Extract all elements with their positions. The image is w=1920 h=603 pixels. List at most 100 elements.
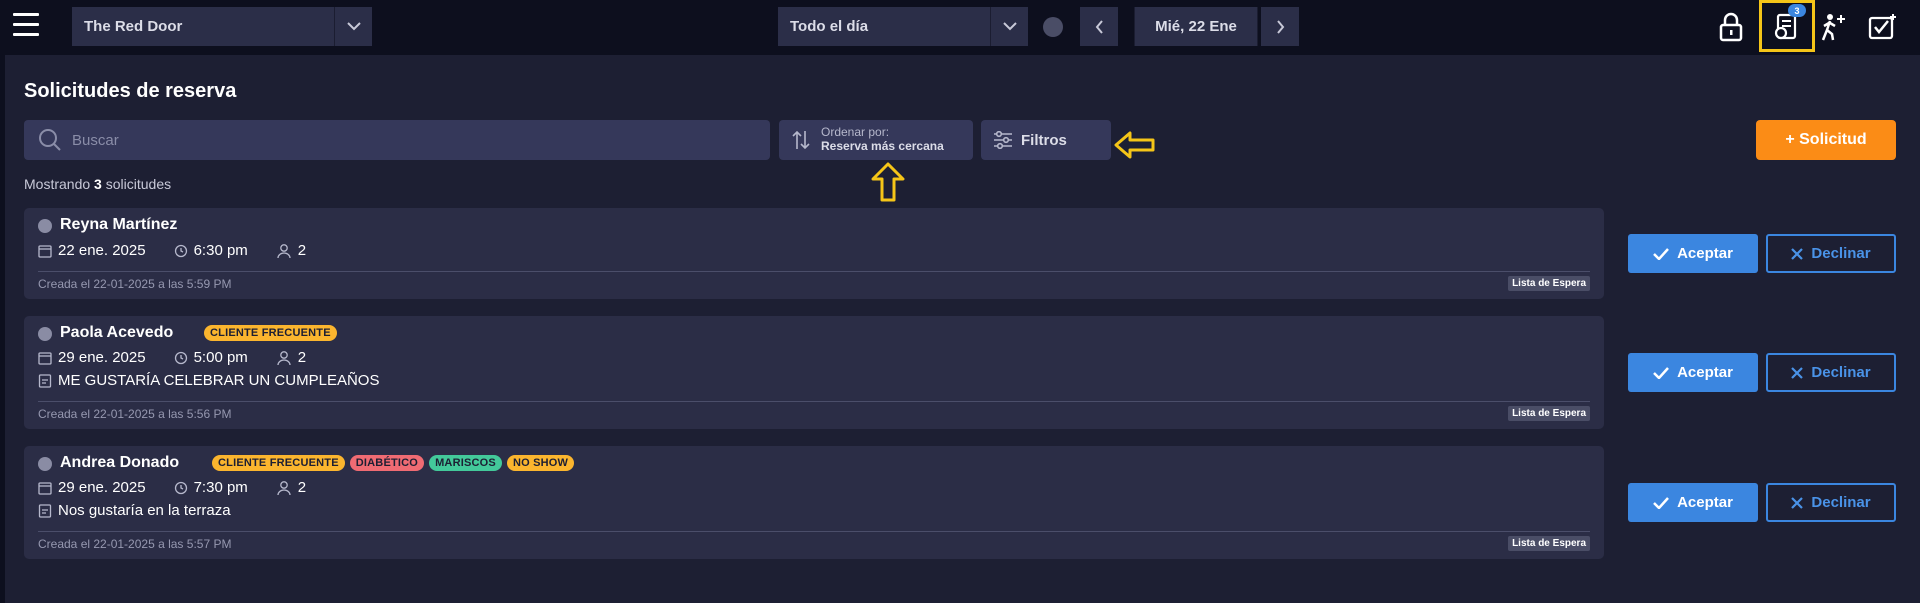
note-text: ME GUSTARÍA CELEBRAR UN CUMPLEAÑOS: [58, 372, 380, 389]
search-icon: [39, 129, 61, 151]
calendar-icon: [38, 244, 52, 258]
search-placeholder: Buscar: [72, 131, 119, 149]
chevron-down-icon: [334, 7, 372, 46]
guest-name: Reyna Martínez: [60, 216, 178, 233]
sliders-icon: [994, 131, 1012, 149]
menu-icon[interactable]: [13, 13, 39, 39]
close-icon: [1791, 496, 1804, 509]
next-day-button[interactable]: [1261, 7, 1299, 46]
person-icon: [277, 480, 291, 495]
requests-badge: 3: [1788, 4, 1806, 17]
venue-selector[interactable]: The Red Door: [72, 7, 372, 46]
accept-label: Aceptar: [1677, 364, 1733, 381]
check-icon: [1653, 247, 1669, 260]
reservation-date: 22 ene. 2025: [58, 242, 146, 259]
clock-icon: [174, 351, 187, 364]
reservation-info: 29 ene. 2025 7:30 pm 2: [38, 479, 334, 496]
restaurant-icon: [38, 327, 52, 341]
guest-tags: CLIENTE FRECUENTE: [204, 325, 337, 341]
chevron-left-icon: [1095, 19, 1103, 34]
reservation-info: 29 ene. 2025 5:00 pm 2: [38, 349, 334, 366]
guest-name: Andrea Donado: [60, 454, 180, 471]
reservation-info: 22 ene. 2025 6:30 pm 2: [38, 242, 334, 259]
request-card: Andrea Donado CLIENTE FRECUENTE DIABÉTIC…: [24, 446, 1604, 559]
reservation-time: 5:00 pm: [193, 349, 248, 366]
clipboard-icon: [38, 374, 52, 388]
calendar-icon: [38, 351, 52, 365]
clock-icon: [174, 481, 187, 494]
reservation-time: 6:30 pm: [193, 242, 248, 259]
person-icon: [277, 243, 291, 258]
venue-name: The Red Door: [84, 18, 183, 35]
divider: [38, 271, 1590, 272]
guest-tags: CLIENTE FRECUENTE DIABÉTICO MARISCOS NO …: [212, 455, 575, 471]
time-filter-selector[interactable]: Todo el día: [778, 7, 1028, 46]
restaurant-icon: [38, 457, 52, 471]
date-display[interactable]: Mié, 22 Ene: [1134, 7, 1258, 46]
decline-label: Declinar: [1811, 494, 1871, 511]
reservation-note: ME GUSTARÍA CELEBRAR UN CUMPLEAÑOS: [38, 372, 379, 389]
lock-icon[interactable]: [1713, 10, 1749, 44]
reservation-date: 29 ene. 2025: [58, 479, 146, 496]
search-input[interactable]: Buscar: [24, 120, 770, 160]
decline-button[interactable]: Declinar: [1766, 483, 1896, 522]
prev-day-button[interactable]: [1080, 7, 1118, 46]
waitlist-badge: Lista de Espera: [1508, 406, 1590, 421]
divider: [38, 531, 1590, 532]
guest-name: Paola Acevedo: [60, 324, 174, 341]
decline-button[interactable]: Declinar: [1766, 353, 1896, 392]
created-at: Creada el 22-01-2025 a las 5:57 PM: [38, 537, 232, 551]
request-card: Reyna Martínez 22 ene. 2025 6:30 pm 2 Cr…: [24, 208, 1604, 299]
waitlist-badge: Lista de Espera: [1508, 276, 1590, 291]
clipboard-icon: [38, 504, 52, 518]
tag-badge: NO SHOW: [506, 455, 575, 471]
showing-number: 3: [94, 176, 102, 192]
check-icon: [1653, 366, 1669, 379]
created-at: Creada el 22-01-2025 a las 5:59 PM: [38, 277, 232, 291]
tag-badge: CLIENTE FRECUENTE: [204, 325, 337, 341]
accept-label: Aceptar: [1677, 245, 1733, 262]
tag-badge: DIABÉTICO: [349, 455, 425, 471]
accept-label: Aceptar: [1677, 494, 1733, 511]
task-check-icon[interactable]: [1864, 10, 1900, 44]
walk-in-icon[interactable]: [1814, 10, 1850, 44]
sort-label: Ordenar por:: [821, 125, 890, 139]
sort-value: Reserva más cercana: [821, 139, 944, 153]
sort-icon: [792, 130, 810, 150]
accept-button[interactable]: Aceptar: [1628, 483, 1758, 522]
check-icon: [1653, 496, 1669, 509]
reservation-note: Nos gustaría en la terraza: [38, 502, 231, 519]
waitlist-badge: Lista de Espera: [1508, 536, 1590, 551]
left-arrow-annotation-icon: [1114, 131, 1155, 159]
filters-label: Filtros: [1021, 131, 1067, 149]
decline-label: Declinar: [1811, 245, 1871, 262]
reservation-time: 7:30 pm: [193, 479, 248, 496]
close-icon: [1791, 247, 1804, 260]
showing-count: Mostrando 3 solicitudes: [24, 176, 171, 192]
restaurant-icon: [38, 219, 52, 233]
decline-button[interactable]: Declinar: [1766, 234, 1896, 273]
divider: [38, 401, 1590, 402]
accept-button[interactable]: Aceptar: [1628, 234, 1758, 273]
showing-suffix: solicitudes: [105, 176, 172, 192]
add-request-button[interactable]: + Solicitud: [1756, 120, 1896, 160]
showing-prefix: Mostrando: [24, 176, 91, 192]
tag-badge: CLIENTE FRECUENTE: [212, 455, 345, 471]
guest-count: 2: [297, 479, 307, 496]
request-card: Paola Acevedo CLIENTE FRECUENTE 29 ene. …: [24, 316, 1604, 429]
chevron-down-icon: [990, 7, 1028, 46]
filters-button[interactable]: Filtros: [981, 120, 1111, 160]
sort-button[interactable]: Ordenar por: Reserva más cercana: [779, 120, 973, 160]
time-filter-value: Todo el día: [790, 18, 869, 35]
restaurant-icon: [1043, 17, 1063, 37]
page-title: Solicitudes de reserva: [24, 80, 237, 102]
reservation-date: 29 ene. 2025: [58, 349, 146, 366]
close-icon: [1791, 366, 1804, 379]
accept-button[interactable]: Aceptar: [1628, 353, 1758, 392]
tag-badge: MARISCOS: [429, 455, 502, 471]
guest-count: 2: [297, 242, 307, 259]
note-text: Nos gustaría en la terraza: [58, 502, 231, 519]
up-arrow-annotation-icon: [871, 162, 905, 202]
calendar-icon: [38, 481, 52, 495]
person-icon: [277, 350, 291, 365]
